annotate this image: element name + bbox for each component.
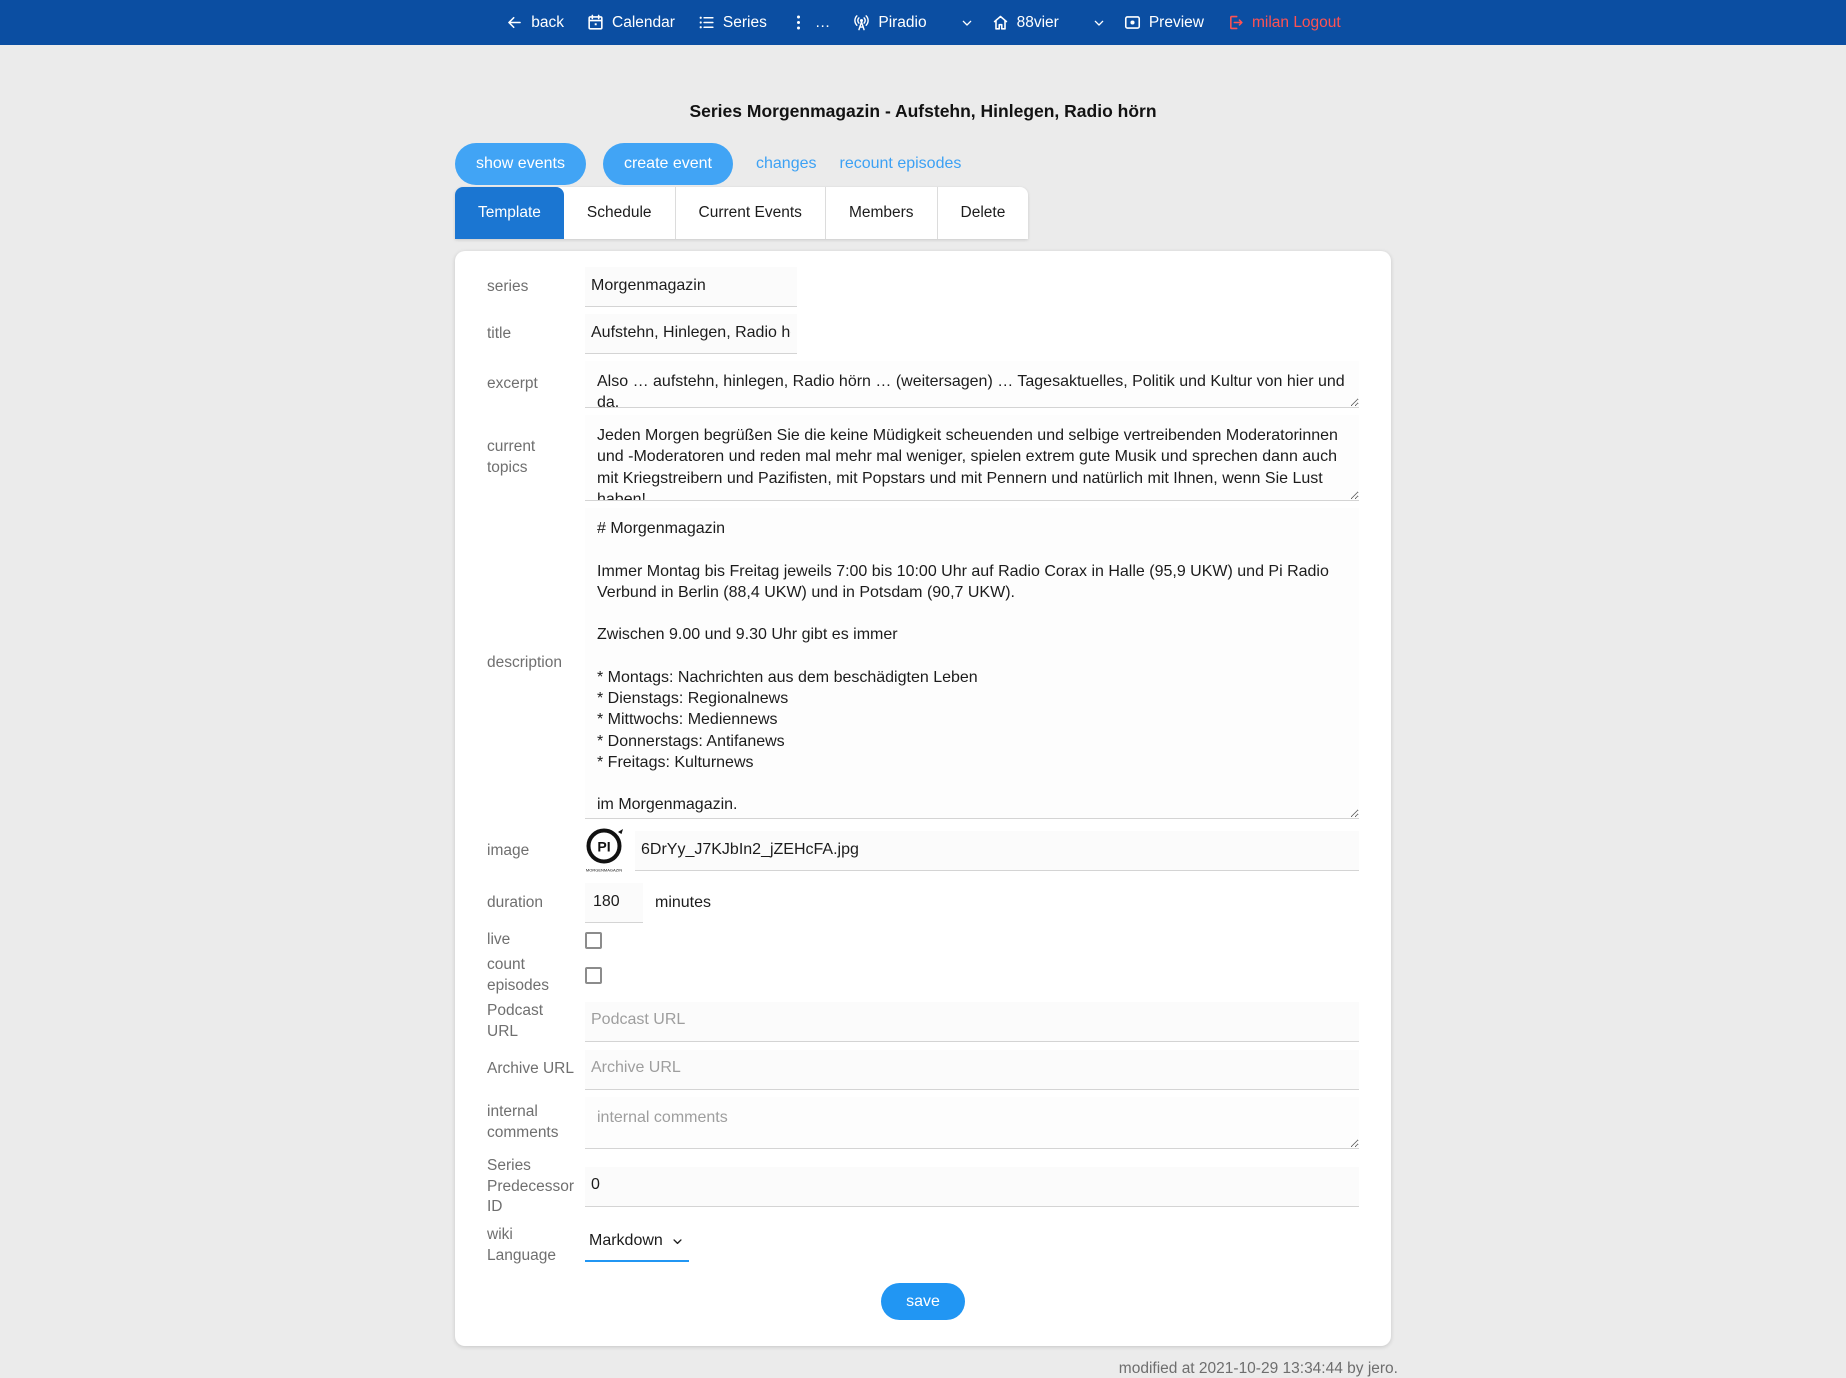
channel-dropdown-chevron[interactable] [1091,15,1107,31]
nav-series[interactable]: Series [697,13,767,32]
preview-icon [1123,13,1142,32]
duration-label: duration [487,893,585,914]
duration-input[interactable] [585,883,643,923]
count-episodes-label: count episodes [487,955,585,997]
top-navbar: back Calendar Series … Piradio 88vier Pr… [0,0,1846,45]
nav-station[interactable]: Piradio [852,13,926,32]
archive-url-input[interactable] [585,1050,1359,1090]
archive-url-label: Archive URL [487,1059,585,1080]
wiki-language-value: Markdown [589,1232,663,1250]
calendar-icon [586,13,605,32]
recount-episodes-link[interactable]: recount episodes [840,155,962,173]
tab-schedule[interactable]: Schedule [564,187,675,239]
station-dropdown-chevron[interactable] [959,15,975,31]
home-icon [991,13,1010,32]
description-label: description [487,653,585,674]
nav-calendar[interactable]: Calendar [586,13,675,32]
nav-preview-label: Preview [1149,14,1204,32]
chevron-down-icon [1091,15,1107,31]
svg-text:MORGENMAGAZIN: MORGENMAGAZIN [586,868,622,873]
nav-series-label: Series [723,14,767,32]
series-logo-image: PI MORGENMAGAZIN [585,826,625,876]
current-topics-label: current topics [487,437,585,479]
wiki-language-label: wiki Language [487,1225,585,1267]
chevron-down-icon [670,1234,685,1249]
broadcast-antenna-icon [852,13,871,32]
excerpt-label: excerpt [487,374,585,395]
podcast-url-label: Podcast URL [487,1001,585,1043]
changes-link[interactable]: changes [756,155,817,173]
nav-logout-label: milan Logout [1252,14,1341,32]
chevron-down-icon [959,15,975,31]
count-episodes-row: count episodes [487,955,1359,997]
podcast-url-row: Podcast URL [487,1001,1359,1043]
image-filename-input[interactable] [635,831,1359,871]
description-row: description # Morgenmagazin Immer Montag… [487,508,1359,819]
list-icon [697,13,716,32]
page-title: Series Morgenmagazin - Aufstehn, Hinlege… [0,99,1846,123]
nav-back[interactable]: back [505,13,564,32]
internal-comments-row: internal comments [487,1097,1359,1149]
nav-preview[interactable]: Preview [1123,13,1204,32]
archive-url-row: Archive URL [487,1050,1359,1090]
tab-bar: Template Schedule Current Events Members… [455,187,1028,239]
nav-calendar-label: Calendar [612,14,675,32]
live-label: live [487,930,585,951]
title-input[interactable] [585,314,797,354]
nav-more-label: … [815,14,831,32]
logout-icon [1226,13,1245,32]
series-input[interactable] [585,267,797,307]
wiki-language-row: wiki Language Markdown [487,1225,1359,1267]
excerpt-row: excerpt Also … aufstehn, hinlegen, Radio… [487,361,1359,408]
current-topics-textarea[interactable]: Jeden Morgen begrüßen Sie die keine Müdi… [585,415,1359,501]
nav-back-label: back [531,14,564,32]
arrow-left-icon [505,13,524,32]
nav-more-menu[interactable]: … [789,13,831,32]
tab-template[interactable]: Template [455,187,564,239]
nav-channel[interactable]: 88vier [991,13,1059,32]
tab-members[interactable]: Members [825,187,937,239]
nav-logout[interactable]: milan Logout [1226,13,1341,32]
duration-row: duration minutes [487,883,1359,923]
current-topics-row: current topics Jeden Morgen begrüßen Sie… [487,415,1359,501]
series-predecessor-id-row: Series Predecessor ID [487,1156,1359,1219]
duration-unit-label: minutes [655,894,711,912]
series-row: series [487,267,1359,307]
template-form-card: series title excerpt Also … aufstehn, hi… [455,251,1391,1346]
nav-channel-label: 88vier [1017,14,1059,32]
series-label: series [487,277,585,298]
nav-station-label: Piradio [878,14,926,32]
modified-status-text: modified at 2021-10-29 13:34:44 by jero. [448,1360,1398,1378]
count-episodes-checkbox[interactable] [585,967,602,984]
live-row: live [487,930,1359,951]
wiki-language-select[interactable]: Markdown [585,1230,689,1262]
tab-delete[interactable]: Delete [937,187,1029,239]
svg-text:PI: PI [597,839,610,855]
series-predecessor-id-label: Series Predecessor ID [487,1156,585,1219]
create-event-button[interactable]: create event [603,143,733,185]
title-label: title [487,324,585,345]
image-row: image PI MORGENMAGAZIN [487,826,1359,876]
action-buttons-row: show events create event changes recount… [455,143,1391,185]
tab-current-events[interactable]: Current Events [675,187,825,239]
internal-comments-label: internal comments [487,1102,585,1144]
live-checkbox[interactable] [585,932,602,949]
save-button[interactable]: save [881,1283,965,1320]
series-predecessor-id-input[interactable] [585,1167,1359,1207]
internal-comments-textarea[interactable] [585,1097,1359,1149]
kebab-menu-icon [789,13,808,32]
excerpt-textarea[interactable]: Also … aufstehn, hinlegen, Radio hörn … … [585,361,1359,408]
podcast-url-input[interactable] [585,1002,1359,1042]
show-events-button[interactable]: show events [455,143,586,185]
image-label: image [487,841,585,862]
title-row: title [487,314,1359,354]
description-textarea[interactable]: # Morgenmagazin Immer Montag bis Freitag… [585,508,1359,819]
